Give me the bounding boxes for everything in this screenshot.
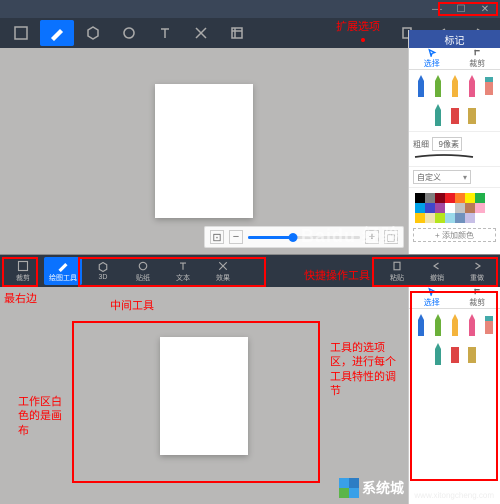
pen-brush[interactable] [431,341,445,367]
canvas[interactable] [155,84,253,218]
color-swatch[interactable] [475,193,485,203]
color-swatch[interactable] [475,203,485,213]
pen-spray[interactable] [465,102,479,128]
color-swatch[interactable] [465,213,475,223]
color-swatch[interactable] [445,193,455,203]
titlebar: — ☐ ✕ [0,0,500,18]
color-swatch[interactable] [455,213,465,223]
side-panel: 标记 选择 裁剪 粗细9像素 自定义 + 添加颜色 [408,30,500,254]
3d-tool[interactable] [76,20,110,46]
color-swatch[interactable] [445,213,455,223]
sticker-tool[interactable] [112,20,146,46]
thickness-input[interactable]: 9像素 [432,137,462,151]
pen-brush[interactable] [431,102,445,128]
side-panel: 选择 裁剪 [408,287,500,504]
brush-tool[interactable]: 绘图工具 [44,257,82,285]
max-button[interactable]: ☐ [450,2,472,16]
zoom-in-button[interactable]: + [365,230,379,244]
color-swatch[interactable] [435,193,445,203]
zoom-fit-icon[interactable]: ⊡ [210,230,224,244]
color-palette [413,191,496,225]
tab-crop[interactable]: 裁剪 [455,287,500,308]
crop-tool[interactable]: 裁剪 [4,257,42,285]
logo-text: 系统城 [362,478,404,498]
crop-tool[interactable] [4,20,38,46]
pen-pencil[interactable] [448,73,462,99]
effects-tool[interactable]: 效果 [204,257,242,285]
color-swatch[interactable] [415,203,425,213]
3d-tool[interactable]: 3D [84,257,122,285]
text-tool[interactable] [148,20,182,46]
tab-crop[interactable]: 裁剪 [455,48,500,69]
color-swatch[interactable] [435,203,445,213]
pen-marker[interactable] [414,312,428,338]
pen-eraser[interactable] [482,73,496,99]
pen-marker[interactable] [414,73,428,99]
thickness-preview [413,153,475,161]
color-swatch[interactable] [425,213,435,223]
pen-picker [409,309,500,370]
sticker-tool[interactable]: 贴纸 [124,257,162,285]
color-swatch[interactable] [435,213,445,223]
zoom-out-button[interactable]: − [229,230,243,244]
color-swatch[interactable] [445,203,455,213]
color-swatch[interactable] [415,213,425,223]
pen-crayon[interactable] [465,73,479,99]
text-tool[interactable]: 文本 [164,257,202,285]
color-swatch[interactable] [425,203,435,213]
pen-fill[interactable] [448,341,462,367]
paste-button[interactable]: 粘贴 [378,257,416,285]
tab-select[interactable]: 选择 [409,48,455,69]
pen-crayon[interactable] [465,312,479,338]
workspace[interactable] [0,287,408,504]
add-color-button[interactable]: + 添加颜色 [413,228,496,242]
brush-tool[interactable] [40,20,74,46]
canvas[interactable] [160,337,248,455]
close-button[interactable]: ✕ [474,2,496,16]
color-swatch[interactable] [425,193,435,203]
zoom-actual-icon[interactable]: ◻ [384,230,398,244]
watermark-url: www.xitongcheng.com [414,491,494,500]
logo: 系统城 [339,478,404,498]
thickness-label: 粗细 [413,139,429,150]
pen-calligraphy[interactable] [431,73,445,99]
pen-calligraphy[interactable] [431,312,445,338]
color-swatch[interactable] [415,193,425,203]
pen-eraser[interactable] [482,312,496,338]
main-toolbar: 裁剪 绘图工具 3D 贴纸 文本 效果 粘贴 撤销 重做 [0,255,500,287]
panel-title: 标记 [409,30,500,48]
annot-dot [361,38,365,42]
workspace[interactable] [0,48,408,254]
pen-pencil[interactable] [448,312,462,338]
zoom-slider[interactable] [248,236,360,239]
color-swatch[interactable] [455,203,465,213]
pen-spray[interactable] [465,341,479,367]
canvas-tool[interactable] [220,20,254,46]
undo-button[interactable]: 撤销 [418,257,456,285]
redo-button[interactable]: 重做 [458,257,496,285]
pen-fill[interactable] [448,102,462,128]
min-button[interactable]: — [426,2,448,16]
color-swatch[interactable] [465,193,475,203]
color-swatch[interactable] [465,203,475,213]
tab-select[interactable]: 选择 [409,287,455,308]
color-swatch[interactable] [455,193,465,203]
pen-picker [409,70,500,131]
effects-tool[interactable] [184,20,218,46]
zoom-bar: ⊡ − + ◻ [204,226,404,248]
logo-icon [339,478,359,498]
opacity-dropdown[interactable]: 自定义 [413,170,471,184]
